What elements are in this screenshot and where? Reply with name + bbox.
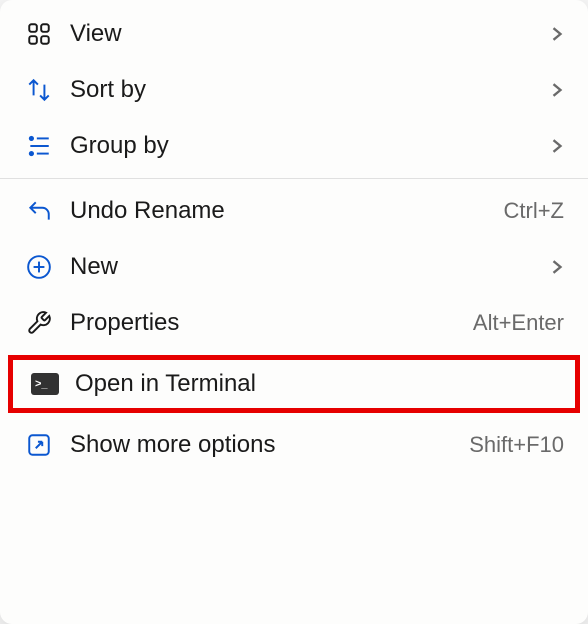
menu-item-sort-by[interactable]: Sort by xyxy=(0,62,588,118)
undo-icon xyxy=(26,198,70,224)
menu-label: Group by xyxy=(70,132,538,160)
menu-shortcut: Shift+F10 xyxy=(469,432,564,458)
expand-icon xyxy=(26,432,70,458)
terminal-icon: >_ xyxy=(31,373,75,395)
chevron-right-icon xyxy=(546,260,564,274)
menu-item-group-by[interactable]: Group by xyxy=(0,118,588,174)
wrench-icon xyxy=(26,310,70,336)
menu-separator xyxy=(0,178,588,179)
menu-item-properties[interactable]: Properties Alt+Enter xyxy=(0,295,588,351)
chevron-right-icon xyxy=(546,139,564,153)
menu-item-open-in-terminal[interactable]: >_ Open in Terminal xyxy=(8,355,580,413)
menu-label: Sort by xyxy=(70,76,538,104)
menu-label: Undo Rename xyxy=(70,197,504,225)
menu-shortcut: Ctrl+Z xyxy=(504,198,565,224)
menu-shortcut: Alt+Enter xyxy=(473,310,564,336)
menu-label: View xyxy=(70,20,538,48)
grid-icon xyxy=(26,21,70,47)
menu-item-show-more-options[interactable]: Show more options Shift+F10 xyxy=(0,417,588,473)
plus-circle-icon xyxy=(26,254,70,280)
menu-item-new[interactable]: New xyxy=(0,239,588,295)
menu-label: Properties xyxy=(70,309,473,337)
group-icon xyxy=(26,133,70,159)
menu-item-view[interactable]: View xyxy=(0,6,588,62)
sort-icon xyxy=(26,77,70,103)
context-menu: View Sort by Group by xyxy=(0,0,588,624)
menu-item-undo-rename[interactable]: Undo Rename Ctrl+Z xyxy=(0,183,588,239)
chevron-right-icon xyxy=(546,27,564,41)
menu-label: New xyxy=(70,253,538,281)
chevron-right-icon xyxy=(546,83,564,97)
menu-label: Show more options xyxy=(70,431,469,459)
menu-label: Open in Terminal xyxy=(75,370,559,398)
